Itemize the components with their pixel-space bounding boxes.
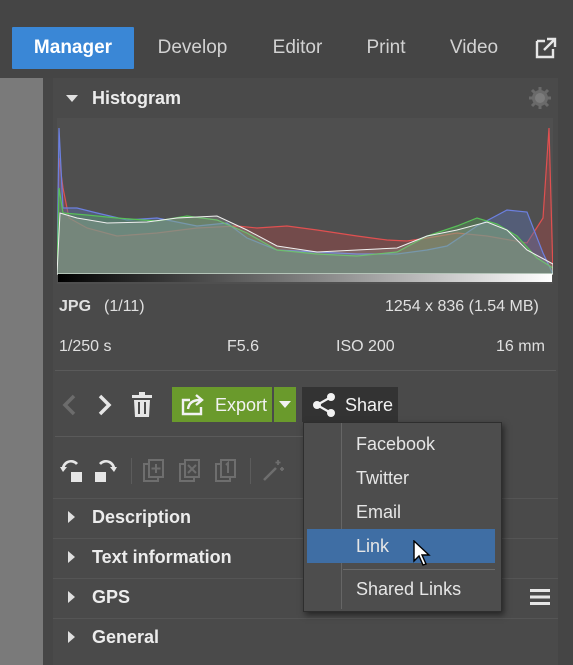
tab-develop[interactable]: Develop <box>145 27 240 69</box>
aperture: F5.6 <box>227 338 260 355</box>
file-format: JPG <box>59 298 92 315</box>
menu-icon-gutter <box>303 423 342 609</box>
menu-highlight <box>307 529 495 563</box>
magic-wand-icon[interactable] <box>260 458 286 484</box>
gear-icon[interactable] <box>528 86 552 110</box>
copy-remove-icon[interactable] <box>178 458 202 484</box>
left-gutter <box>0 78 43 665</box>
export-label: Export <box>215 395 268 415</box>
expand-caret-icon[interactable] <box>68 551 75 563</box>
histogram-graph <box>57 118 553 284</box>
chevron-down-icon <box>279 401 291 408</box>
trash-icon[interactable] <box>131 392 153 418</box>
toolbar-divider <box>131 458 132 484</box>
menu-item-facebook[interactable]: Facebook <box>356 434 435 455</box>
share-icon <box>313 393 335 417</box>
menu-item-email[interactable]: Email <box>356 502 401 523</box>
expand-caret-icon[interactable] <box>68 631 75 643</box>
section-title: Description <box>92 507 192 527</box>
tab-video[interactable]: Video <box>438 27 510 69</box>
tab-print[interactable]: Print <box>355 27 417 69</box>
previous-arrow-icon[interactable] <box>60 393 78 417</box>
section-title: Text information <box>92 547 232 567</box>
rotate-left-icon[interactable] <box>59 458 85 484</box>
tab-manager[interactable]: Manager <box>12 27 134 69</box>
shutter-speed: 1/250 s <box>59 338 112 355</box>
divider <box>55 370 556 371</box>
next-arrow-icon[interactable] <box>96 393 114 417</box>
hamburger-menu-icon[interactable] <box>530 588 550 606</box>
histogram-title: Histogram <box>92 88 182 108</box>
focal-length: 16 mm <box>496 338 545 355</box>
file-index: (1/11) <box>104 298 145 315</box>
left-gutter-inner <box>43 78 53 665</box>
iso: ISO 200 <box>336 338 395 355</box>
panel-scroll-edge <box>558 78 573 665</box>
share-label: Share <box>345 395 394 415</box>
copy-number-icon[interactable] <box>214 458 238 484</box>
collapse-caret-icon[interactable] <box>66 95 78 102</box>
divider <box>55 436 303 437</box>
menu-item-shared-links[interactable]: Shared Links <box>356 579 461 600</box>
menu-item-link[interactable]: Link <box>356 536 389 557</box>
export-icon <box>181 394 204 416</box>
menu-separator <box>343 569 495 570</box>
popout-window-icon[interactable] <box>534 36 558 60</box>
section-title: General <box>92 627 160 647</box>
tab-editor[interactable]: Editor <box>260 27 335 69</box>
toolbar-divider <box>250 458 251 484</box>
copy-add-icon[interactable] <box>142 458 166 484</box>
expand-caret-icon[interactable] <box>68 591 75 603</box>
file-dimensions: 1254 x 836 (1.54 MB) <box>385 298 539 315</box>
rotate-right-icon[interactable] <box>92 458 118 484</box>
mouse-cursor-icon <box>413 540 431 566</box>
expand-caret-icon[interactable] <box>68 511 75 523</box>
section-title: GPS <box>92 587 131 607</box>
menu-item-twitter[interactable]: Twitter <box>356 468 409 489</box>
